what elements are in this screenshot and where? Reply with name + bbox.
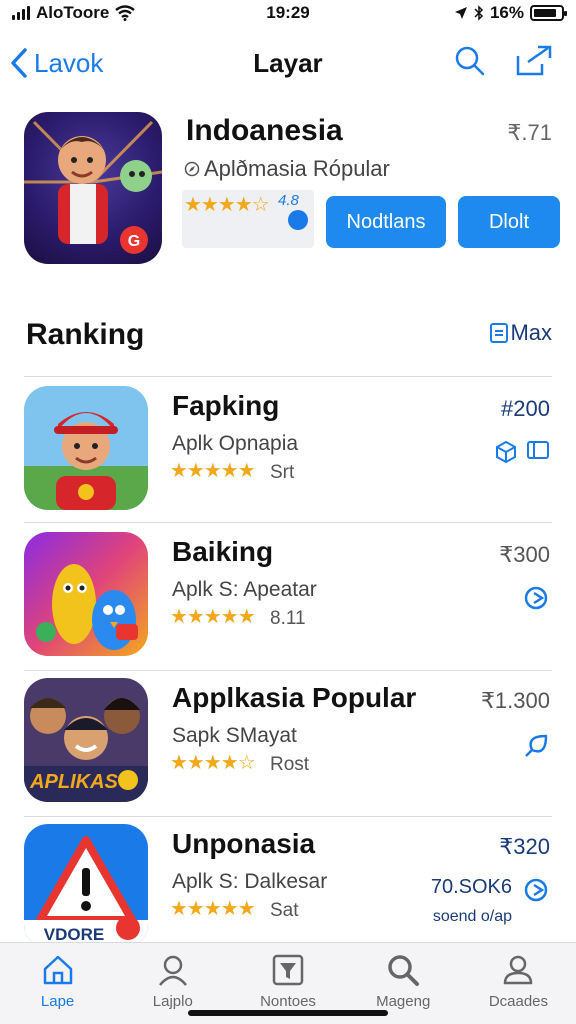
featured-rating-value: 4.8 xyxy=(278,192,299,209)
featured-primary-button[interactable]: Nodtlans xyxy=(326,196,446,248)
chevron-left-icon xyxy=(11,48,27,78)
app-stars: ★★★★★ xyxy=(170,606,256,628)
featured-secondary-button[interactable]: Dlolt xyxy=(458,196,560,248)
app-price: ₹300 xyxy=(499,542,550,567)
battery-icon xyxy=(530,5,567,21)
share-icon xyxy=(516,45,552,75)
featured-app-subtitle: Aplðmasia Rópular xyxy=(184,156,390,182)
search-icon xyxy=(388,955,420,986)
ranking-more-link[interactable]: Max xyxy=(490,320,552,346)
app-price: ₹320 xyxy=(499,834,550,859)
app-actions[interactable] xyxy=(494,440,550,464)
tab-label: Dcaades xyxy=(488,993,549,1010)
app-download-size: 70.SOK6 xyxy=(430,876,512,898)
app-stars: ★★★★☆ xyxy=(170,752,256,774)
divider xyxy=(24,522,552,523)
ranking-section-header: Ranking Max xyxy=(24,316,552,356)
carrier-label: AloToore xyxy=(36,3,110,22)
featured-stars: ★★★★☆ xyxy=(184,194,270,216)
tab-label: Mageng xyxy=(376,993,431,1010)
app-subtitle: Sapk SMayat xyxy=(172,724,297,747)
app-icon xyxy=(24,532,148,656)
list-item[interactable]: VDORE Unponasia Aplk S: Dalkesar ★★★★★ S… xyxy=(24,824,552,952)
featured-subtitle-text: Aplðmasia Rópular xyxy=(204,156,390,181)
play-icon xyxy=(524,878,548,902)
list-item[interactable]: APLIKAS Applkasia Popular Sapk SMayat ★★… xyxy=(24,678,552,806)
compass-icon xyxy=(184,161,200,177)
app-title: Applkasia Popular xyxy=(172,682,417,713)
search-icon xyxy=(455,46,485,75)
featured-app-price: ₹.71 xyxy=(507,120,552,145)
app-title: Baiking xyxy=(172,536,274,567)
leaf-icon xyxy=(525,734,548,757)
play-icon xyxy=(524,586,548,610)
tab-home[interactable]: Lape xyxy=(0,943,115,1024)
tab-label: Nontoes xyxy=(260,993,316,1010)
app-rating-count: 8.11 xyxy=(270,608,306,629)
app-rating-count: Srt xyxy=(270,462,295,483)
signal-icon xyxy=(12,6,30,20)
home-icon xyxy=(43,955,72,985)
app-icon-text: APLIKAS xyxy=(29,771,118,793)
battery-percent: 16% xyxy=(489,3,524,22)
status-right: 16% xyxy=(364,3,567,23)
person-alt-icon xyxy=(504,955,533,985)
app-subtitle: Aplk S: Dalkesar xyxy=(172,870,328,893)
ranking-title: Ranking xyxy=(26,318,145,351)
status-left: AloToore xyxy=(12,3,212,23)
app-stars: ★★★★★ xyxy=(170,898,256,920)
app-stars: ★★★★★ xyxy=(170,460,256,482)
filter-icon xyxy=(272,954,304,986)
list-item[interactable]: Baiking Aplk S: Apeatar ★★★★★ 8.11 ₹300 xyxy=(24,532,552,660)
app-actions[interactable] xyxy=(522,586,550,610)
back-label: Lavok xyxy=(34,47,104,78)
status-time: 19:29 xyxy=(266,3,310,22)
app-subtitle: Aplk Opnapia xyxy=(172,432,299,455)
app-icon: VDORE xyxy=(24,824,148,948)
share-button[interactable] xyxy=(514,44,554,83)
tab-label: Lape xyxy=(40,993,75,1010)
battery-level xyxy=(534,9,557,17)
back-button[interactable]: Lavok xyxy=(10,48,103,79)
featured-rating-box: ★★★★☆ 4.8 xyxy=(182,190,314,248)
app-icon xyxy=(24,386,148,510)
app-subtitle: Aplk S: Apeatar xyxy=(172,578,317,601)
tab-label: Lajplo xyxy=(152,993,193,1010)
cube-icon xyxy=(496,440,516,464)
tab-account[interactable]: Dcaades xyxy=(461,943,576,1024)
status-bar: AloToore 19:29 16% xyxy=(0,0,576,26)
location-icon xyxy=(454,7,467,19)
wifi-icon xyxy=(115,5,136,21)
featured-app-card[interactable]: G Indoanesia ₹.71 Aplðmasia Rópular ★★★★… xyxy=(24,108,564,268)
divider xyxy=(24,670,552,671)
app-rating-count: Rost xyxy=(270,754,310,775)
app-title: Unponasia xyxy=(172,828,316,859)
app-actions[interactable] xyxy=(522,732,550,760)
app-actions[interactable] xyxy=(522,878,550,902)
app-title: Fapking xyxy=(172,390,280,421)
search-button[interactable] xyxy=(454,45,486,82)
list-item[interactable]: Fapking Aplk Opnapia ★★★★★ Srt #200 xyxy=(24,386,552,514)
person-icon xyxy=(158,955,187,986)
featured-app-icon: G xyxy=(24,112,162,264)
edit-icon xyxy=(490,323,509,343)
divider xyxy=(24,376,552,377)
featured-app-title: Indoanesia xyxy=(186,114,343,147)
app-rating-count: Sat xyxy=(270,900,299,921)
app-price: ₹1.300 xyxy=(480,688,550,713)
svg-text:G: G xyxy=(128,233,140,250)
nav-bar: Lavok Layar xyxy=(0,38,576,88)
featured-badge-icon xyxy=(288,210,308,230)
tablet-icon xyxy=(527,441,549,459)
ranking-more-label: Max xyxy=(510,320,552,345)
home-indicator xyxy=(188,1010,388,1016)
app-icon: APLIKAS xyxy=(24,678,148,802)
divider xyxy=(24,816,552,817)
app-secondary-link[interactable]: soend o/ap xyxy=(433,908,512,926)
app-price: #200 xyxy=(501,396,550,421)
nav-actions xyxy=(454,44,554,83)
bluetooth-icon xyxy=(474,5,484,21)
